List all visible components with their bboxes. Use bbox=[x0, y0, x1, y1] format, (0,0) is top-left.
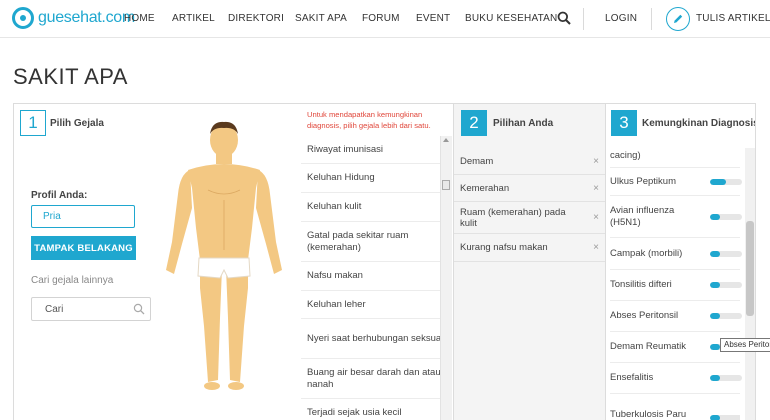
nav-divider bbox=[583, 8, 584, 30]
nav-forum[interactable]: FORUM bbox=[362, 13, 400, 24]
probability-meter bbox=[710, 415, 740, 420]
tooltip: Abses Peritonsil bbox=[720, 338, 770, 352]
nav-buku-kesehatan[interactable]: BUKU KESEHATAN bbox=[465, 13, 557, 24]
diagnosis-item[interactable]: Campak (morbili) bbox=[610, 238, 742, 270]
selected-symptom-label: Kemerahan bbox=[460, 182, 510, 194]
probability-meter bbox=[710, 178, 742, 185]
search-icon[interactable] bbox=[133, 303, 145, 315]
diagnosis-name: Ulkus Peptikum bbox=[610, 175, 676, 187]
meter-fill bbox=[710, 213, 720, 220]
scroll-up-icon[interactable] bbox=[443, 138, 449, 142]
symptom-item[interactable]: Nafsu makan bbox=[301, 262, 451, 291]
symptom-list: Riwayat imunisasi Keluhan Hidung Keluhan… bbox=[301, 137, 451, 420]
login-link[interactable]: LOGIN bbox=[605, 13, 637, 24]
nav-sakit-apa[interactable]: SAKIT APA bbox=[295, 13, 347, 24]
meter-fill bbox=[710, 415, 720, 420]
remove-icon[interactable]: × bbox=[593, 156, 599, 167]
meter-fill bbox=[710, 250, 720, 257]
symptom-item[interactable]: Keluhan leher bbox=[301, 291, 451, 319]
symptom-item[interactable]: Riwayat imunisasi bbox=[301, 137, 451, 164]
scrollbar-thumb[interactable] bbox=[442, 180, 450, 190]
diagnosis-name: Tonsilitis difteri bbox=[610, 279, 672, 290]
symptom-item[interactable]: Nyeri saat berhubungan seksual bbox=[301, 319, 451, 359]
diagnosis-name: Ensefalitis bbox=[610, 372, 654, 383]
logo-mark-icon bbox=[12, 7, 34, 29]
symptom-item[interactable]: Keluhan kulit bbox=[301, 193, 451, 222]
selected-symptom-label: Kurang nafsu makan bbox=[460, 242, 548, 253]
write-article-button[interactable] bbox=[666, 7, 690, 31]
selected-symptom: Ruam (kemerahan) pada kulit × bbox=[454, 202, 605, 234]
diagnosis-item-partial: cacing) bbox=[610, 144, 740, 168]
diagnosis-name: cacing) bbox=[610, 149, 641, 161]
symptom-item[interactable]: Gatal pada sekitar ruam (kemerahan) bbox=[301, 222, 451, 262]
nav-artikel[interactable]: ARTIKEL bbox=[172, 13, 215, 24]
diagnosis-item[interactable]: Abses Peritonsil bbox=[610, 301, 742, 332]
body-figure[interactable] bbox=[164, 118, 284, 398]
symptom-column: Untuk mendapatkan kemungkinan diagnosis,… bbox=[301, 104, 453, 420]
top-navbar: guesehat.com HOME ARTIKEL DIREKTORI SAKI… bbox=[0, 0, 770, 38]
symptom-item[interactable]: Terjadi sejak usia kecil bbox=[301, 399, 451, 420]
diagnosis-name: Demam Reumatik bbox=[610, 341, 687, 352]
probability-meter bbox=[710, 375, 742, 381]
step-3-number: 3 bbox=[611, 110, 637, 136]
remove-icon[interactable]: × bbox=[593, 212, 599, 223]
diagnosis-item[interactable]: Tonsilitis difteri bbox=[610, 270, 742, 301]
probability-meter bbox=[710, 250, 742, 257]
diagnosis-name: Abses Peritonsil bbox=[610, 310, 679, 321]
probability-meter bbox=[710, 213, 742, 220]
back-view-button[interactable]: TAMPAK BELAKANG bbox=[31, 236, 136, 260]
nav-divider bbox=[651, 8, 652, 30]
nav-home[interactable]: HOME bbox=[124, 13, 155, 24]
selected-symptom-label: Demam bbox=[460, 155, 494, 167]
step-1-number: 1 bbox=[20, 110, 46, 136]
profile-label: Profil Anda: bbox=[31, 190, 88, 201]
site-logo[interactable]: guesehat.com bbox=[12, 7, 135, 29]
scrollbar-thumb[interactable] bbox=[746, 221, 754, 316]
meter-fill bbox=[710, 313, 720, 319]
page-title: SAKIT APA bbox=[13, 64, 128, 89]
diagnosis-item[interactable]: Ulkus Peptikum bbox=[610, 168, 742, 196]
probability-meter bbox=[710, 313, 742, 319]
meter-fill bbox=[710, 344, 720, 350]
search-symptom-label: Cari gejala lainnya bbox=[31, 275, 114, 286]
meter-fill bbox=[710, 178, 726, 185]
step-3-title: Kemungkinan Diagnosis bbox=[642, 118, 756, 129]
remove-icon[interactable]: × bbox=[593, 242, 599, 253]
diagnosis-column: 3 Kemungkinan Diagnosis cacing) Ulkus Pe… bbox=[606, 104, 756, 420]
diagnosis-name: Avian influenza (H5N1) bbox=[610, 204, 675, 228]
meter-fill bbox=[710, 375, 720, 381]
diagnosis-item[interactable]: Ensefalitis bbox=[610, 363, 742, 394]
gender-select[interactable]: Pria bbox=[31, 205, 135, 228]
meter-fill bbox=[710, 282, 720, 288]
search-icon[interactable] bbox=[557, 11, 571, 25]
diagnosis-name: Campak (morbili) bbox=[610, 247, 683, 259]
step-1-title: Pilih Gejala bbox=[50, 118, 104, 129]
write-article-label[interactable]: TULIS ARTIKEL bbox=[696, 13, 770, 24]
selected-symptom: Kurang nafsu makan × bbox=[454, 234, 605, 262]
selected-symptom-label: Ruam (kemerahan) pada kulit bbox=[460, 206, 566, 229]
symptom-scrollbar[interactable] bbox=[440, 136, 452, 420]
symptom-hint: Untuk mendapatkan kemungkinan diagnosis,… bbox=[307, 110, 431, 130]
diagnosis-item[interactable]: Tuberkulosis Paru bbox=[610, 394, 740, 420]
selected-symptoms-column: 2 Pilihan Anda Demam × Kemerahan × Ruam … bbox=[453, 104, 606, 420]
nav-event[interactable]: EVENT bbox=[416, 13, 450, 24]
diagnosis-item[interactable]: Avian influenza (H5N1) bbox=[610, 196, 742, 238]
step-2-title: Pilihan Anda bbox=[493, 118, 554, 129]
probability-meter bbox=[710, 282, 742, 288]
remove-icon[interactable]: × bbox=[593, 183, 599, 194]
diagnosis-name: Tuberkulosis Paru bbox=[610, 409, 687, 420]
nav-direktori[interactable]: DIREKTORI bbox=[228, 13, 284, 24]
symptom-item[interactable]: Keluhan Hidung bbox=[301, 164, 451, 193]
selected-symptom: Kemerahan × bbox=[454, 175, 605, 202]
logo-text: guesehat.com bbox=[38, 9, 135, 26]
selected-symptom: Demam × bbox=[454, 148, 605, 175]
step-2-number: 2 bbox=[461, 110, 487, 136]
pencil-icon bbox=[674, 14, 683, 23]
symptom-checker-panel: 1 Pilih Gejala Profil Anda: Pria TAMPAK … bbox=[13, 103, 756, 420]
symptom-item[interactable]: Buang air besar darah dan atau nanah bbox=[301, 359, 451, 399]
diagnosis-scrollbar[interactable] bbox=[745, 148, 755, 420]
